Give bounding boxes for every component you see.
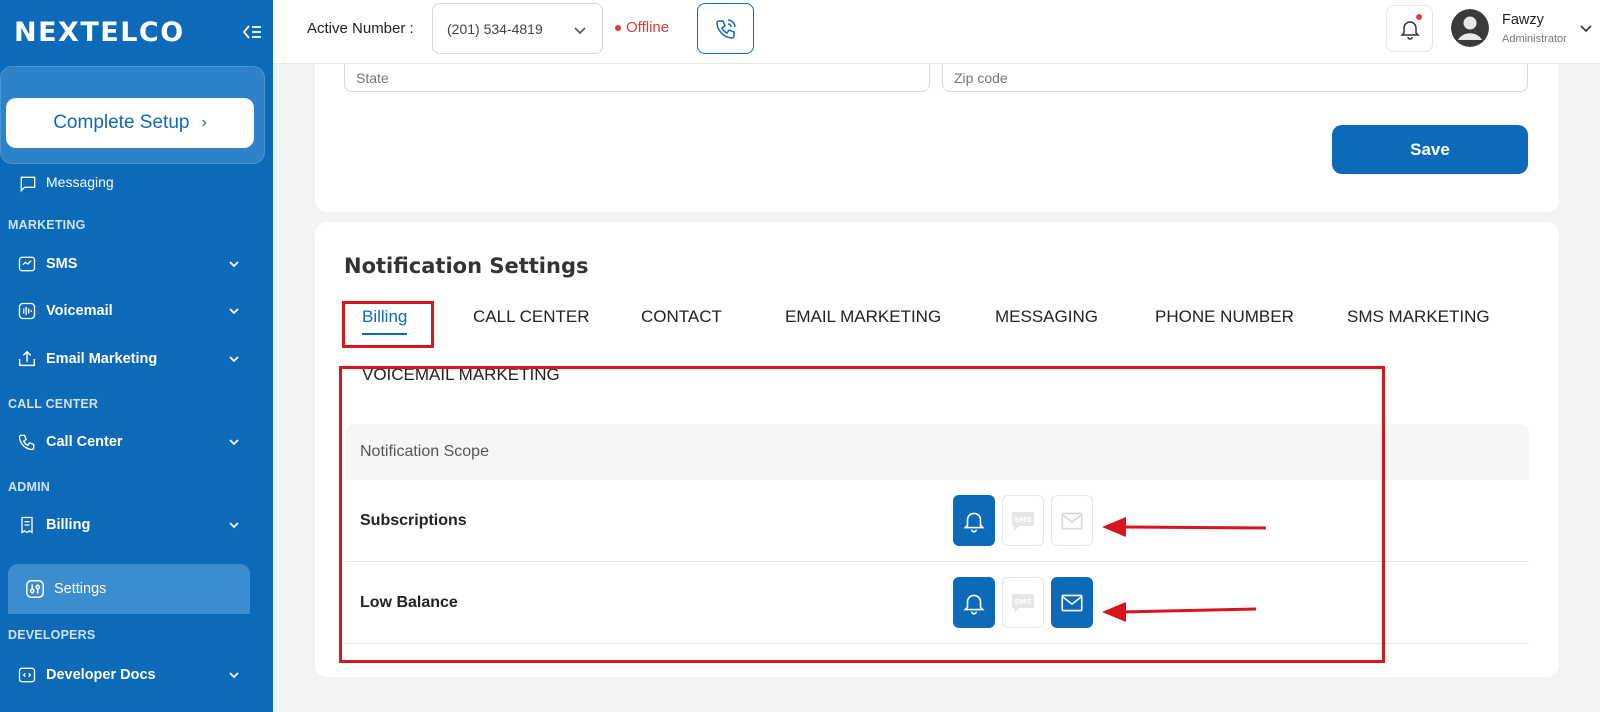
annotation-box-billing-tab (342, 301, 434, 348)
status-text: Offline (626, 19, 670, 36)
sidebar-item-settings[interactable]: Settings (8, 564, 250, 614)
tab-sms-marketing[interactable]: SMS MARKETING (1347, 307, 1490, 335)
tab-phone-number[interactable]: PHONE NUMBER (1155, 307, 1294, 335)
annotation-arrow-icon (1102, 517, 1267, 537)
tab-messaging[interactable]: MESSAGING (995, 307, 1098, 335)
sidebar-item-call-center[interactable]: Call Center (8, 422, 250, 462)
complete-setup-button[interactable]: Complete Setup › (6, 98, 254, 148)
notification-dot (1416, 14, 1422, 20)
address-card: Save (315, 64, 1559, 212)
chevron-down-icon (229, 522, 239, 529)
sidebar: NEXTELCO Complete Setup › Messaging MARK… (0, 0, 273, 712)
section-call-center: CALL CENTER (8, 397, 99, 411)
chevron-down-icon (229, 308, 239, 315)
section-developers: DEVELOPERS (8, 628, 96, 642)
phone-call-icon (715, 18, 736, 39)
notification-settings-title: Notification Settings (344, 254, 589, 278)
chevron-down-icon (229, 356, 239, 363)
state-input[interactable] (344, 64, 930, 92)
receipt-icon (16, 514, 38, 536)
tab-email-marketing[interactable]: EMAIL MARKETING (785, 307, 941, 335)
tab-contact[interactable]: CONTACT (641, 307, 722, 335)
annotation-arrow-icon (1102, 602, 1257, 622)
chat-icon (20, 176, 36, 193)
status-badge: Offline (615, 19, 669, 36)
collapse-sidebar-icon[interactable] (240, 20, 264, 44)
sidebar-item-voicemail[interactable]: Voicemail (8, 291, 250, 331)
user-role: Administrator (1502, 33, 1567, 45)
sidebar-item-developer-docs[interactable]: Developer Docs (8, 655, 250, 695)
active-number-label: Active Number : (307, 20, 414, 37)
chevron-down-icon (229, 261, 239, 268)
phone-icon (16, 431, 38, 453)
user-name: Fawzy (1502, 12, 1544, 28)
chevron-down-icon[interactable] (1578, 20, 1594, 36)
complete-setup-label: Complete Setup (53, 112, 190, 133)
voicemail-icon (16, 300, 38, 322)
notifications-button[interactable] (1386, 5, 1433, 52)
section-marketing: MARKETING (8, 218, 86, 232)
brand-logo[interactable]: NEXTELCO (14, 17, 185, 48)
avatar[interactable] (1451, 9, 1489, 47)
tab-call-center[interactable]: CALL CENTER (473, 307, 590, 335)
sms-icon (16, 253, 38, 275)
code-icon (16, 664, 38, 686)
sidebar-item-messaging[interactable]: Messaging (18, 174, 114, 194)
sidebar-item-sms[interactable]: SMS (8, 244, 250, 284)
setup-panel: Complete Setup › (0, 66, 265, 164)
status-dot (615, 24, 621, 31)
chevron-down-icon (574, 27, 586, 35)
dialer-button[interactable] (697, 3, 754, 54)
active-number-value: (201) 534-4819 (447, 20, 543, 37)
active-number-select[interactable]: (201) 534-4819 (432, 3, 603, 54)
sidebar-item-billing[interactable]: Billing (8, 505, 250, 545)
chevron-down-icon (229, 672, 239, 679)
upload-tray-icon (16, 348, 38, 370)
save-button[interactable]: Save (1332, 125, 1528, 174)
zip-code-input[interactable] (942, 64, 1528, 92)
chevron-right-icon: › (201, 114, 207, 131)
chevron-down-icon (229, 439, 239, 446)
section-admin: ADMIN (8, 480, 50, 494)
sliders-icon (24, 578, 46, 600)
topbar: Active Number : (201) 534-4819 Offline F… (273, 0, 1600, 64)
bell-icon (1399, 20, 1420, 40)
sidebar-item-email-marketing[interactable]: Email Marketing (8, 339, 250, 379)
user-avatar-icon (1451, 9, 1489, 47)
